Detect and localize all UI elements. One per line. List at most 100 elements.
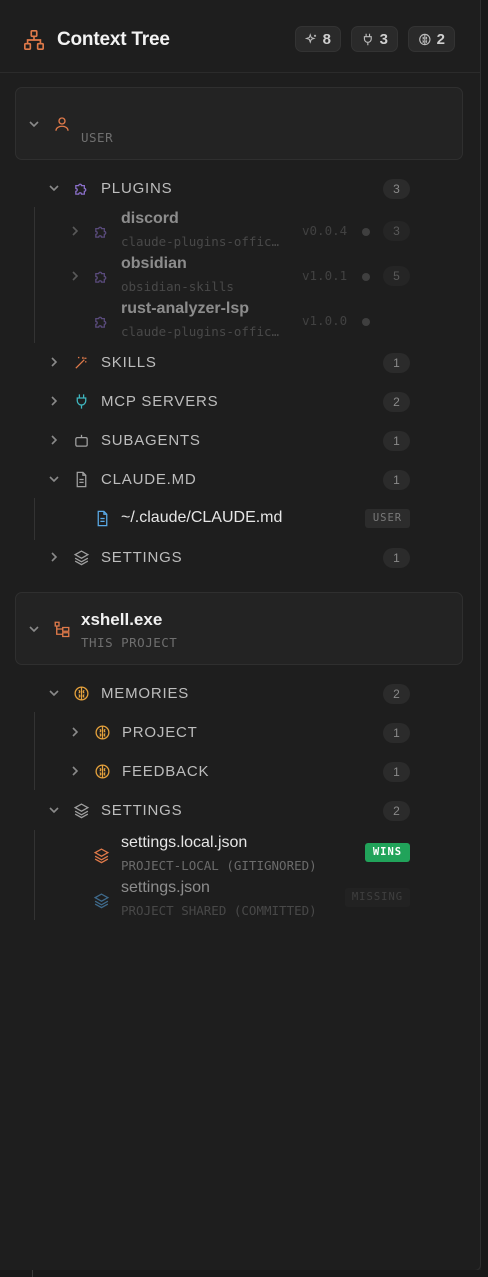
brain-icon: [74, 686, 89, 701]
memory-project-label: PROJECT: [122, 724, 198, 741]
chevron-down-icon[interactable]: [28, 118, 40, 130]
mcp-servers-count: 2: [383, 392, 410, 412]
plugin-name: rust-analyzer-lsp: [121, 300, 250, 317]
scope-tag: USER: [365, 509, 410, 528]
user-settings-label: SETTINGS: [101, 549, 183, 566]
chevron-down-icon[interactable]: [28, 623, 40, 635]
memory-project-count: 1: [383, 723, 410, 743]
memory-feedback-row[interactable]: FEEDBACK 1: [0, 753, 480, 789]
plugin-source: obsidian-skills: [121, 279, 234, 294]
folder-tree-icon: [54, 621, 70, 638]
file-text-icon: [97, 510, 108, 527]
layers-icon: [73, 550, 90, 566]
chevron-right-icon[interactable]: [69, 765, 81, 777]
tree-guide-line: [32, 1270, 33, 1277]
window-edge: [0, 1270, 488, 1277]
layers-icon: [73, 803, 90, 819]
memory-feedback-label: FEEDBACK: [122, 763, 210, 780]
project-scope-name: xshell.exe: [81, 610, 163, 629]
project-settings-section-row[interactable]: SETTINGS 2: [0, 792, 480, 828]
plug-icon: [363, 33, 372, 45]
project-settings-count: 2: [383, 801, 410, 821]
panel-header: Context Tree 8 3 2: [0, 0, 480, 73]
plugin-item-rust-analyzer-lsp[interactable]: rust-analyzer-lsp claude-plugins-officia…: [0, 300, 480, 344]
subagents-section-row[interactable]: SUBAGENTS 1: [0, 422, 480, 458]
memory-feedback-count: 1: [383, 762, 410, 782]
plugin-source: claude-plugins-official: [121, 234, 281, 249]
chevron-right-icon[interactable]: [48, 551, 60, 563]
subagents-count: 1: [383, 431, 410, 451]
brain-icon: [95, 725, 110, 740]
status-dot: [362, 273, 370, 281]
skills-stat-badge[interactable]: 8: [295, 26, 341, 52]
robot-icon: [75, 434, 88, 447]
plugin-item-obsidian[interactable]: obsidian obsidian-skills v1.0.1 5: [0, 255, 480, 299]
chevron-right-icon[interactable]: [48, 434, 60, 446]
plugin-item-discord[interactable]: discord claude-plugins-official v0.0.4 3: [0, 210, 480, 254]
skills-section-row[interactable]: SKILLS 1: [0, 344, 480, 380]
plugin-version: v1.0.0: [302, 313, 348, 328]
memories-section-row[interactable]: MEMORIES 2: [0, 675, 480, 711]
chevron-down-icon[interactable]: [48, 804, 60, 816]
mcp-servers-section-row[interactable]: MCP SERVERS 2: [0, 383, 480, 419]
magic-wand-icon: [75, 356, 87, 369]
status-dot: [362, 228, 370, 236]
mcp-stat-badge[interactable]: 3: [351, 26, 398, 52]
chevron-right-icon[interactable]: [69, 726, 81, 738]
settings-file-name: settings.local.json: [121, 834, 248, 851]
settings-file-local[interactable]: settings.local.json PROJECT-LOCAL (GITIG…: [0, 834, 480, 878]
mcp-servers-label: MCP SERVERS: [101, 393, 219, 410]
chevron-down-icon[interactable]: [48, 182, 60, 194]
settings-file-shared[interactable]: settings.json PROJECT SHARED (COMMITTED)…: [0, 879, 480, 923]
plugin-source: claude-plugins-official: [121, 324, 281, 339]
claude-md-count: 1: [383, 470, 410, 490]
plugins-label: PLUGINS: [101, 180, 173, 197]
user-scope-card[interactable]: USER: [15, 87, 463, 160]
mcp-stat-value: 3: [379, 30, 388, 48]
settings-file-scope: PROJECT-LOCAL (GITIGNORED): [121, 858, 317, 873]
brain-icon: [95, 764, 110, 779]
status-dot: [362, 318, 370, 326]
user-scope-subtitle: USER: [81, 130, 114, 145]
chevron-down-icon[interactable]: [48, 687, 60, 699]
memories-count: 2: [383, 684, 410, 704]
claude-md-section-row[interactable]: CLAUDE.MD 1: [0, 461, 480, 497]
plugins-section-row[interactable]: PLUGINS 3: [0, 170, 480, 206]
memories-stat-badge[interactable]: 2: [408, 26, 455, 52]
subagents-label: SUBAGENTS: [101, 432, 201, 449]
skills-stat-value: 8: [322, 30, 331, 48]
plug-icon: [76, 394, 87, 409]
project-scope-card[interactable]: xshell.exe THIS PROJECT: [15, 592, 463, 665]
plugins-count: 3: [383, 179, 410, 199]
puzzle-icon: [95, 316, 107, 328]
plugin-name: obsidian: [121, 255, 187, 272]
plugin-name: discord: [121, 210, 179, 227]
plugin-version: v0.0.4: [302, 223, 348, 238]
chevron-right-icon[interactable]: [48, 395, 60, 407]
user-icon: [55, 117, 69, 131]
chevron-right-icon[interactable]: [48, 356, 60, 368]
memories-stat-value: 2: [436, 30, 445, 48]
layers-icon: [93, 893, 110, 909]
plugin-count: 3: [383, 221, 410, 241]
claude-md-label: CLAUDE.MD: [101, 471, 197, 488]
document-icon: [76, 471, 87, 488]
chevron-right-icon[interactable]: [69, 270, 81, 282]
claude-md-file-row[interactable]: ~/.claude/CLAUDE.md USER: [0, 500, 480, 536]
chevron-right-icon[interactable]: [69, 225, 81, 237]
memory-project-row[interactable]: PROJECT 1: [0, 714, 480, 750]
memories-label: MEMORIES: [101, 685, 190, 702]
wins-badge: WINS: [365, 843, 410, 862]
claude-md-file-name: ~/.claude/CLAUDE.md: [121, 509, 283, 526]
project-scope-subtitle: THIS PROJECT: [81, 635, 178, 650]
settings-file-scope: PROJECT SHARED (COMMITTED): [121, 903, 317, 918]
sparkles-icon: [305, 32, 317, 44]
settings-file-name: settings.json: [121, 879, 210, 896]
puzzle-icon: [95, 271, 107, 283]
plugin-version: v1.0.1: [302, 268, 348, 283]
brain-icon: [419, 33, 431, 45]
user-settings-section-row[interactable]: SETTINGS 1: [0, 539, 480, 575]
layers-icon: [93, 848, 110, 864]
chevron-down-icon[interactable]: [48, 473, 60, 485]
plugin-count: 5: [383, 266, 410, 286]
